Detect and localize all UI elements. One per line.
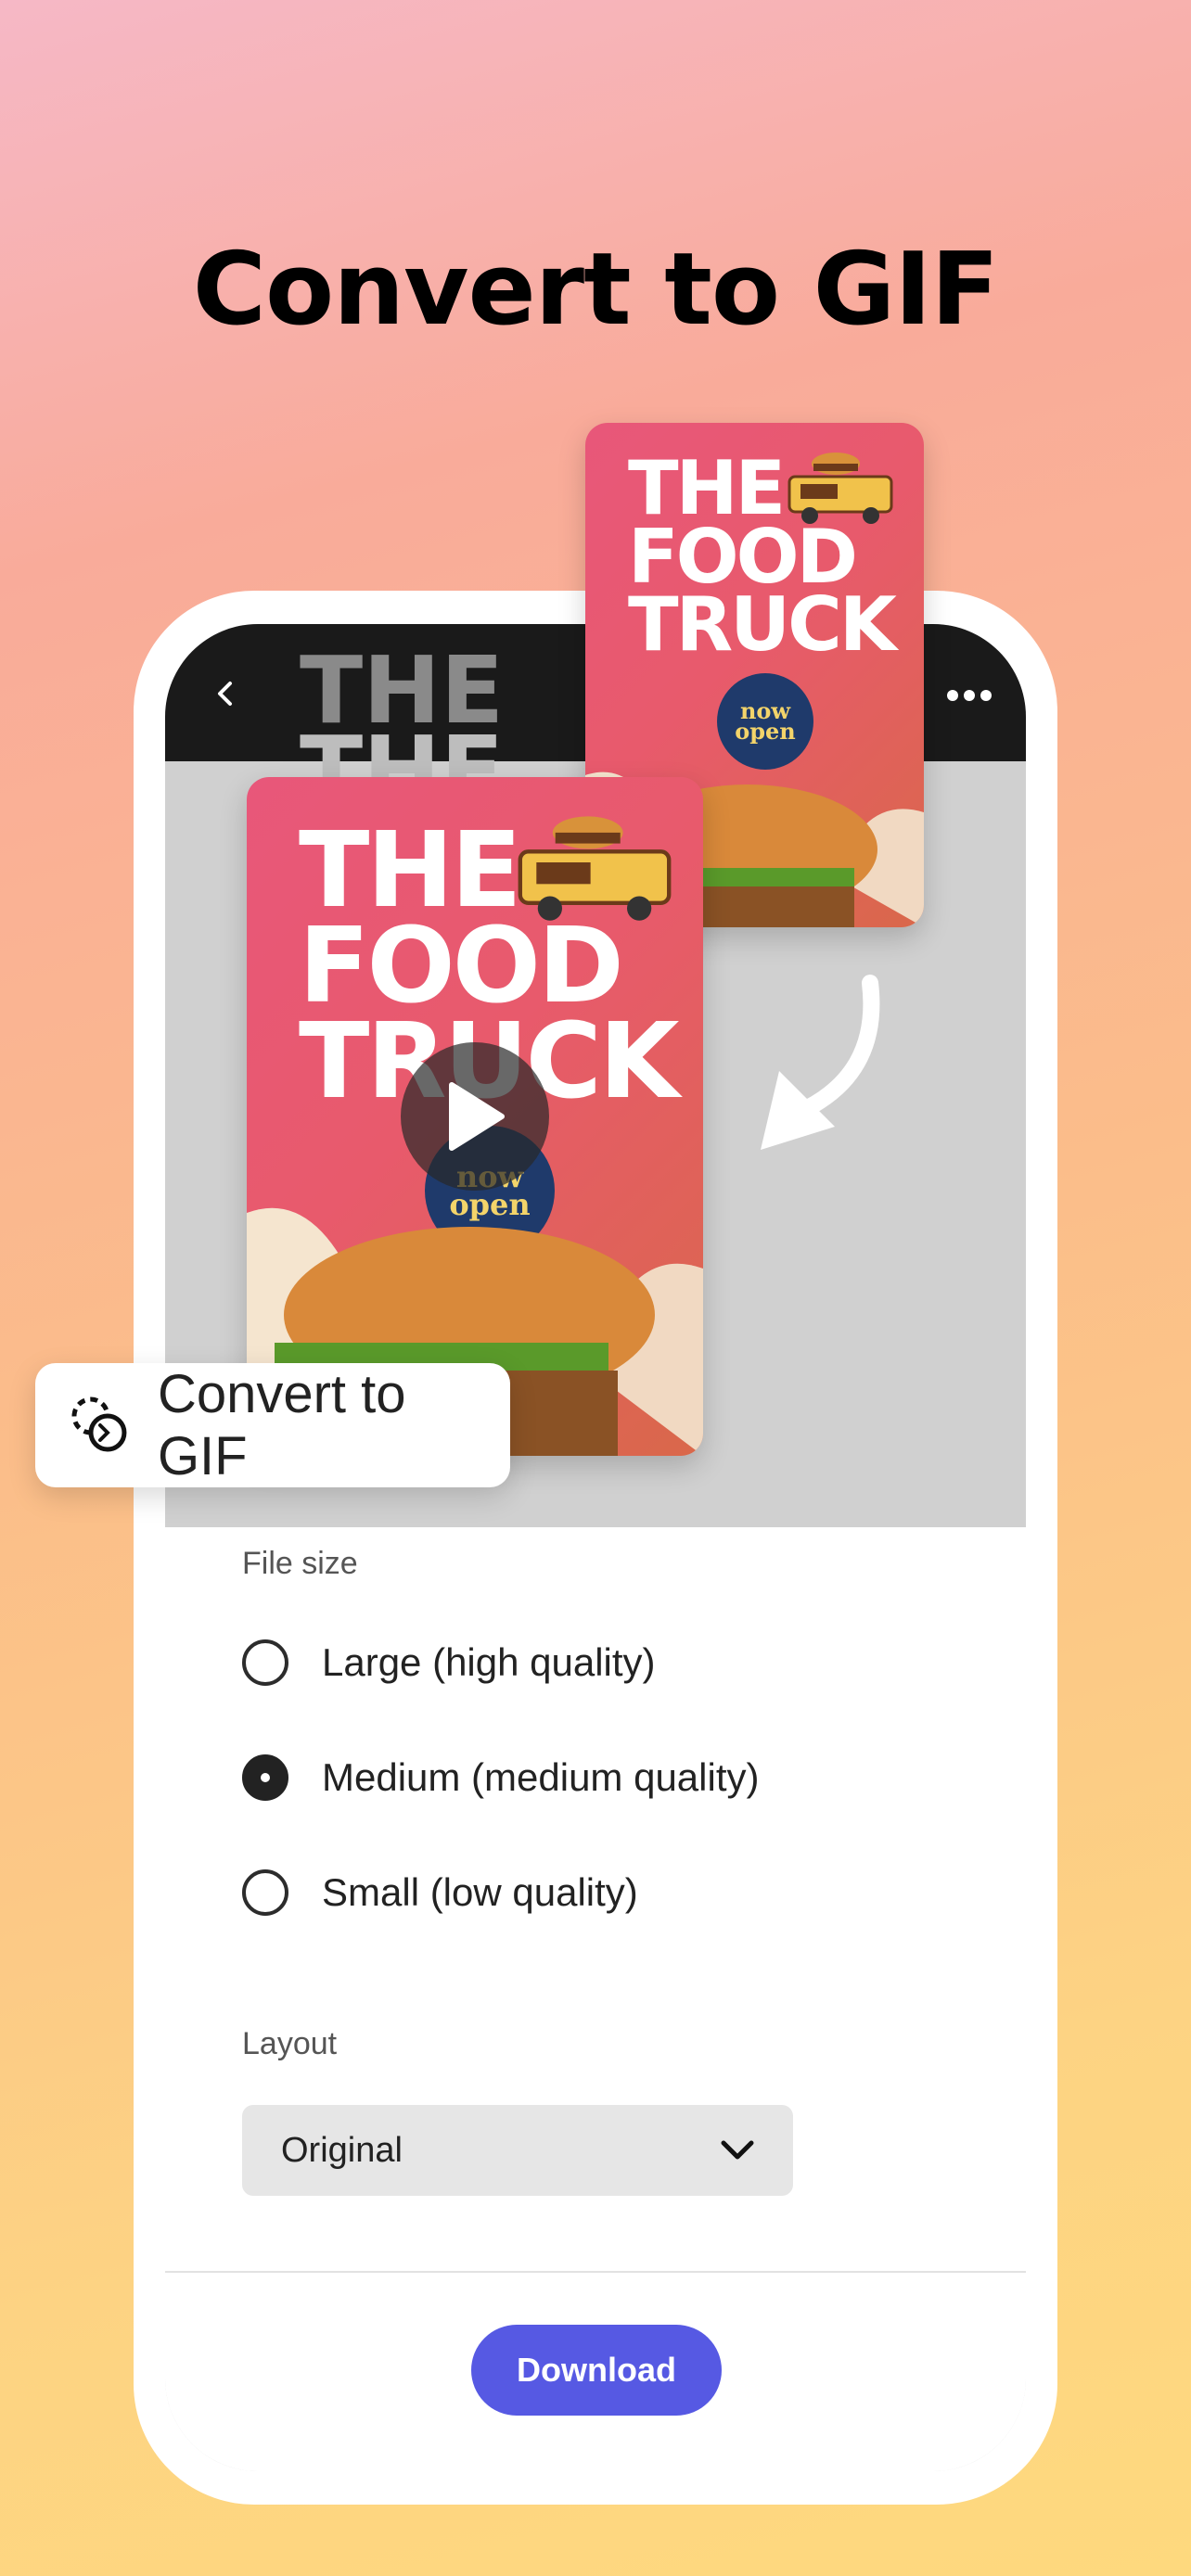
file-size-option-small[interactable]: Small (low quality) [242,1865,638,1920]
layout-dropdown[interactable]: Original [242,2105,793,2196]
chip-label: Convert to GIF [157,1364,406,1486]
layout-selected-value: Original [281,2130,403,2170]
play-icon [449,1082,505,1151]
chevron-down-icon [721,2140,754,2160]
poster-title-line: FOOD [299,906,624,1027]
file-size-option-large[interactable]: Large (high quality) [242,1635,656,1690]
radio-button[interactable] [242,1639,288,1686]
food-truck-illustration [788,453,893,524]
option-label: Large (high quality) [322,1640,656,1684]
radio-button[interactable] [242,1869,288,1916]
page-headline: Convert to GIF [192,232,1000,348]
file-size-label: File size [242,1546,358,1581]
gif-preview-poster: THE FOOD TRUCK now open [247,777,703,1456]
option-label: Medium (medium quality) [322,1755,760,1799]
layout-label: Layout [242,2026,338,2061]
convert-gif-icon [71,1396,127,1452]
food-truck-illustration [518,816,672,921]
play-button[interactable] [401,1042,549,1191]
poster-title-line: FOOD [628,513,858,600]
file-size-option-medium[interactable]: Medium (medium quality) [242,1750,759,1805]
download-button[interactable]: Download [471,2325,722,2416]
poster-title-line: TRUCK [628,581,897,669]
option-label: Small (low quality) [322,1870,638,1914]
more-options-icon[interactable] [946,689,992,702]
divider [165,2271,1026,2273]
back-chevron-icon[interactable] [211,680,239,708]
curved-arrow-icon [761,975,880,1150]
radio-button-selected[interactable] [242,1754,288,1801]
convert-to-gif-chip: Convert to GIF [35,1363,510,1487]
